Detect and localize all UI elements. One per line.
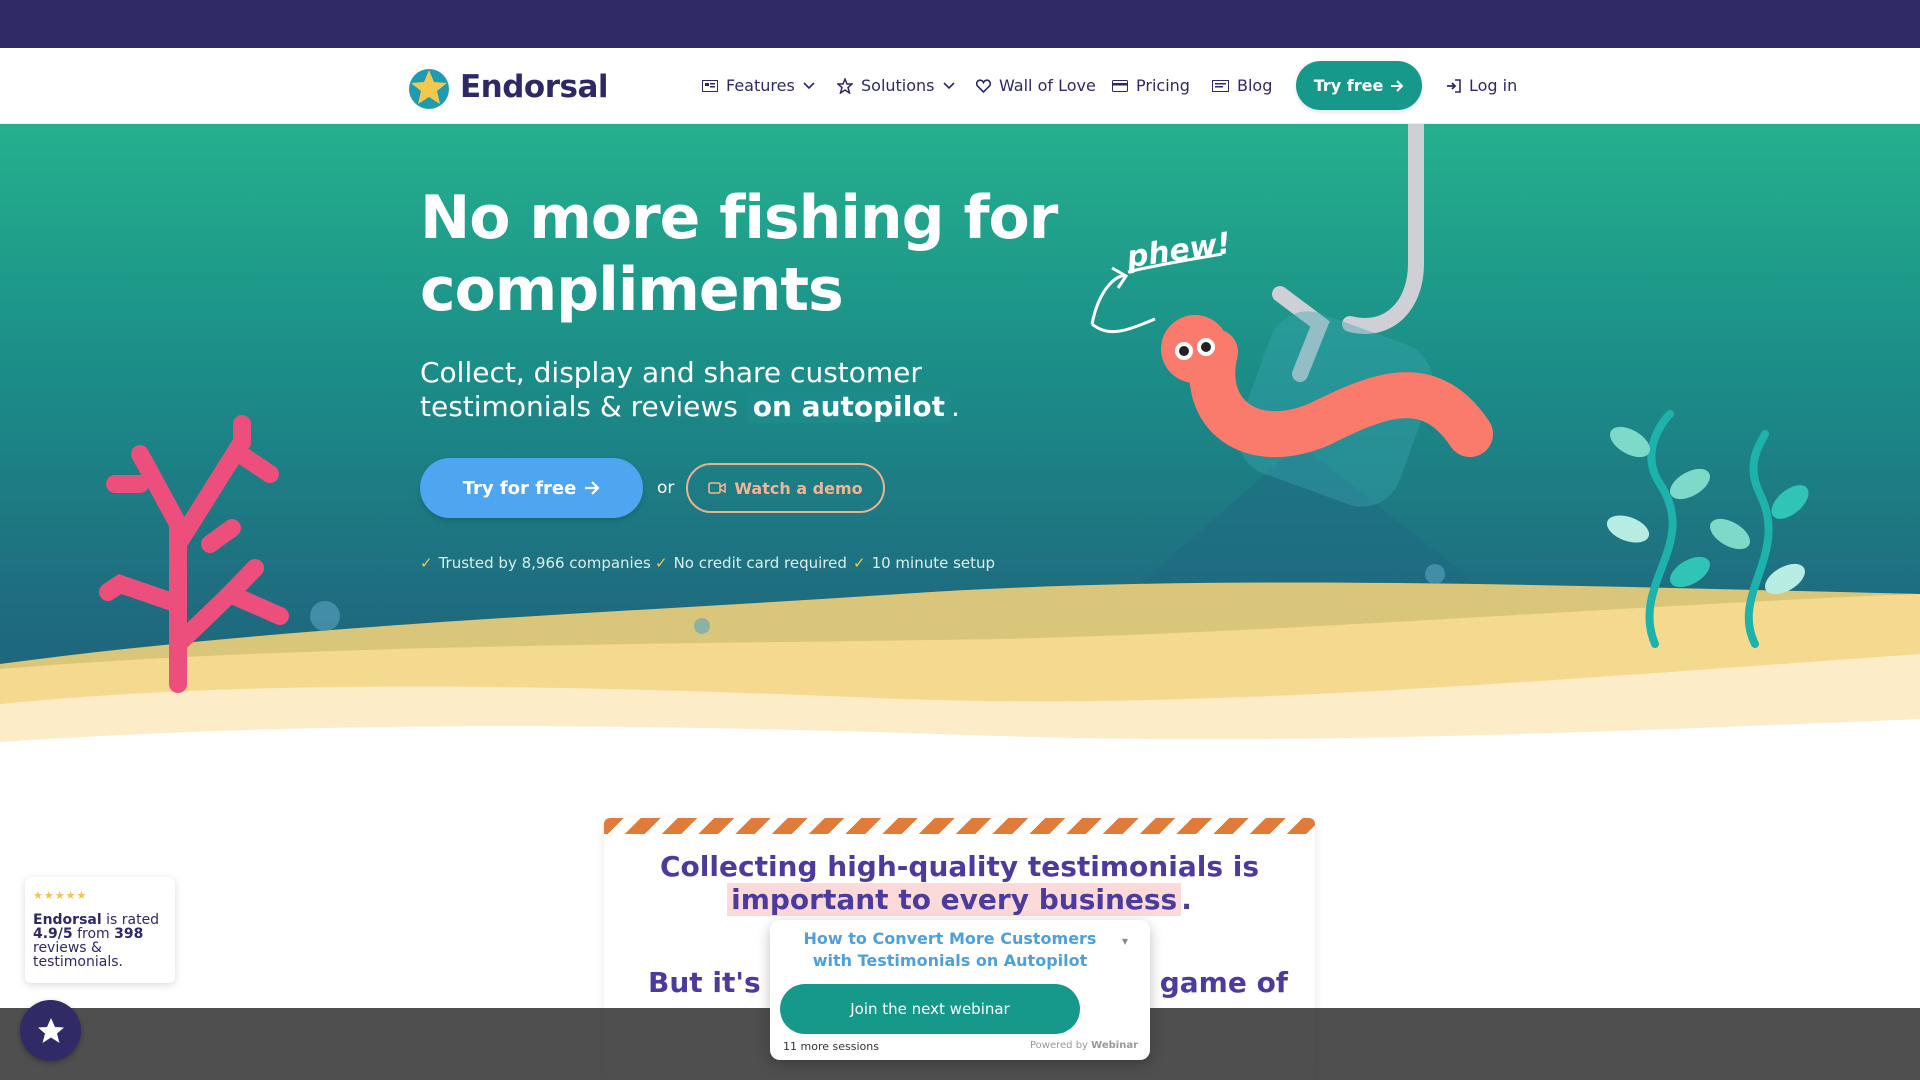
nav-pricing[interactable]: Pricing (1112, 76, 1190, 95)
rating-stars: ★★★★★ (33, 889, 88, 902)
trust-item-label: Trusted by 8,966 companies (438, 554, 651, 572)
hero-section: phew! No more fishing for compliments Co… (0, 124, 1920, 744)
check-icon: ✓ (655, 554, 668, 572)
reviews-fab-button[interactable] (20, 1000, 81, 1061)
navbar: Endorsal Features Solutions Wall of Love… (0, 48, 1920, 124)
arrow-right-icon (1391, 79, 1404, 92)
trust-item-label: No credit card required (673, 554, 847, 572)
trust-item-label: 10 minute setup (871, 554, 996, 572)
login-icon (1447, 78, 1461, 93)
login-label: Log in (1469, 76, 1518, 95)
card-heading-text: Collecting high-quality testimonials is (660, 850, 1259, 883)
webinar-sessions[interactable]: 11 more sessions (783, 1040, 879, 1053)
features-icon (702, 79, 718, 92)
hero-subtitle: Collect, display and share customer test… (420, 356, 980, 424)
webinar-popup[interactable]: How to Convert More Customers with Testi… (770, 920, 1150, 1060)
chevron-down-icon[interactable]: ▾ (1122, 934, 1128, 948)
nav-wall-of-love-label: Wall of Love (999, 76, 1096, 95)
blog-icon (1212, 79, 1229, 92)
arrow-right-icon (585, 481, 600, 495)
logo-icon (409, 69, 449, 109)
star-icon (37, 1017, 64, 1043)
chevron-down-icon (803, 81, 815, 89)
try-free-label: Try free (1313, 76, 1384, 95)
credit-card-icon (1112, 79, 1128, 92)
check-icon: ✓ (853, 554, 866, 572)
powered-by-text: Powered by (1030, 1040, 1088, 1051)
webinar-title: How to Convert More Customers with Testi… (803, 929, 1097, 970)
logo[interactable]: Endorsal (406, 64, 609, 110)
hero-subtitle-suffix: . (950, 390, 960, 423)
rating-count: 398 (114, 926, 144, 942)
nav-features-label: Features (726, 76, 795, 95)
hazard-stripe (604, 818, 1315, 834)
trust-item-companies: ✓ Trusted by 8,966 companies (420, 554, 651, 572)
heart-icon (976, 78, 991, 93)
trust-item-no-card: ✓ No credit card required (655, 554, 847, 572)
webinar-powered-by: Powered by Webinar (1030, 1040, 1138, 1051)
star-icon (837, 77, 853, 94)
nav-features[interactable]: Features (702, 76, 815, 95)
nav-pricing-label: Pricing (1136, 76, 1190, 95)
check-icon: ✓ (420, 554, 433, 572)
login-link[interactable]: Log in (1446, 76, 1517, 95)
brand-name: Endorsal (460, 69, 609, 105)
card-heading-highlight: important to every business (727, 883, 1182, 916)
try-for-free-label: Try for free (462, 477, 577, 499)
card-subheading-end: game of (1159, 966, 1288, 999)
powered-by-brand: Webinar (1091, 1040, 1138, 1051)
nav-blog[interactable]: Blog (1212, 76, 1272, 95)
rating-text-3: reviews & testimonials. (33, 940, 123, 970)
announcement-bar (0, 0, 1920, 48)
chevron-down-icon (942, 81, 955, 89)
hero-title: No more fishing for compliments (420, 183, 1058, 325)
watch-demo-button[interactable]: Watch a demo (686, 463, 885, 513)
trust-item-setup: ✓ 10 minute setup (853, 554, 995, 572)
rating-text: Endorsal is rated 4.9/5 from 398 reviews &… (33, 913, 167, 969)
nav-blog-label: Blog (1237, 76, 1273, 95)
nav-solutions-label: Solutions (861, 76, 935, 95)
nav-solutions[interactable]: Solutions (837, 76, 955, 95)
hero-subtitle-highlight: on autopilot (746, 390, 951, 423)
nav-wall-of-love[interactable]: Wall of Love (976, 76, 1096, 95)
join-webinar-button[interactable]: Join the next webinar (780, 984, 1080, 1034)
card-heading: Collecting high-quality testimonials is … (604, 850, 1315, 916)
video-camera-icon (708, 482, 727, 494)
rating-widget[interactable]: ★★★★★ Endorsal is rated 4.9/5 from 398 rev… (25, 877, 175, 983)
card-subheading-start: But it's a (648, 966, 790, 999)
or-text: or (657, 478, 675, 498)
try-for-free-button[interactable]: Try for free (420, 458, 643, 518)
watch-demo-label: Watch a demo (734, 478, 863, 498)
card-heading-suffix: . (1181, 883, 1192, 916)
try-free-button[interactable]: Try free (1296, 61, 1422, 110)
